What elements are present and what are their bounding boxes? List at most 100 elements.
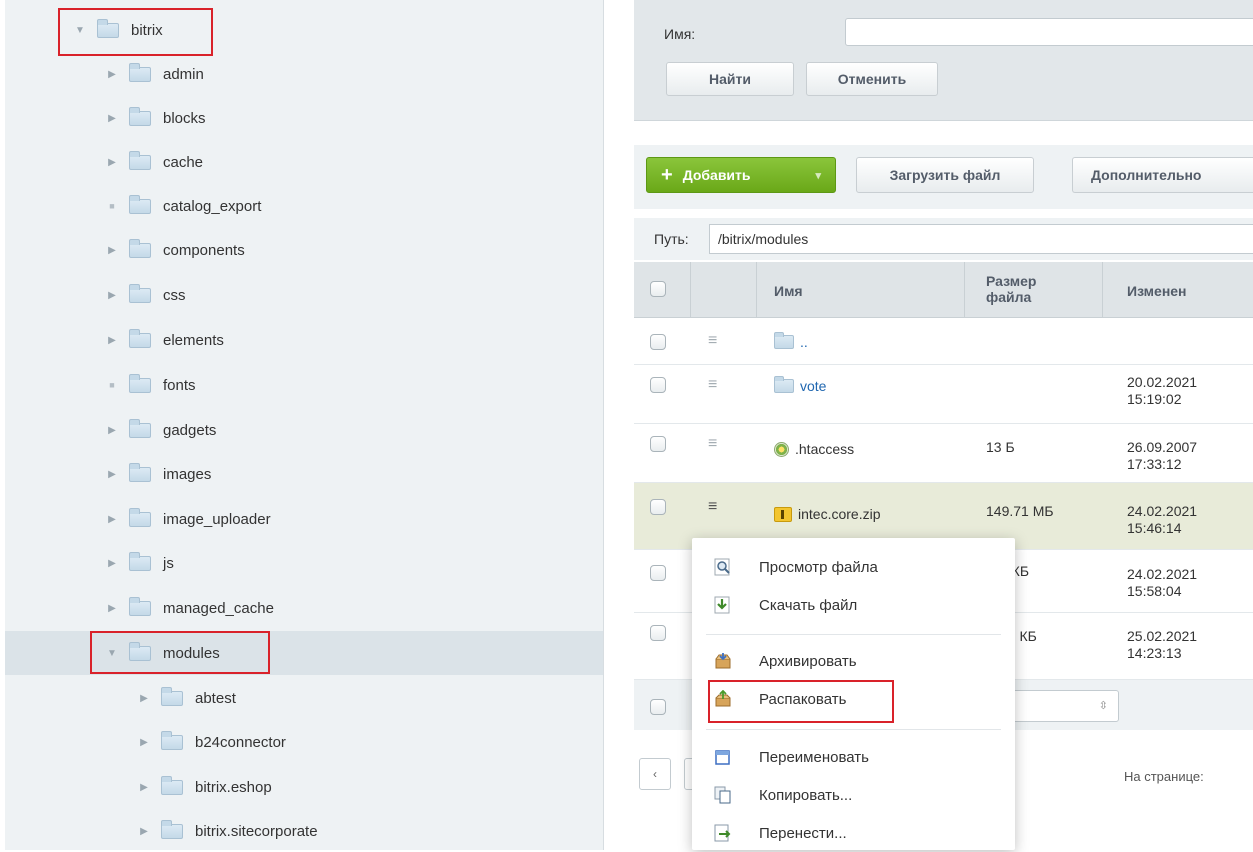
collapsed-arrow-icon[interactable]: ▶ bbox=[105, 245, 119, 256]
tree-item-b24connector[interactable]: ▶ b24connector bbox=[5, 720, 603, 764]
menu-item-archive[interactable]: Архивировать bbox=[692, 642, 1015, 680]
file-name[interactable]: .htaccess bbox=[774, 441, 854, 457]
collapsed-arrow-icon[interactable]: ▶ bbox=[105, 514, 119, 525]
highlight-frame bbox=[90, 631, 270, 674]
file-name-label[interactable]: .. bbox=[800, 334, 808, 350]
folder-icon bbox=[129, 194, 151, 214]
leaf-dot-icon: ■ bbox=[109, 380, 115, 390]
tree-item-label: images bbox=[163, 465, 212, 483]
collapsed-arrow-icon[interactable]: ▶ bbox=[137, 737, 151, 748]
path-input[interactable]: /bitrix/modules bbox=[709, 224, 1253, 254]
file-name[interactable]: vote bbox=[774, 376, 826, 394]
menu-item-label: Копировать... bbox=[759, 786, 853, 804]
file-size: 13 Б bbox=[986, 439, 1015, 455]
menu-icon[interactable]: ≡ bbox=[708, 377, 722, 393]
add-button[interactable]: + Добавить ▾ bbox=[646, 157, 836, 193]
tree-item-gadgets[interactable]: ▶ gadgets bbox=[5, 408, 603, 452]
tree-item-bitrix-sitecorporate[interactable]: ▶ bitrix.sitecorporate bbox=[5, 809, 603, 850]
tree-item-managed-cache[interactable]: ▶ managed_cache bbox=[5, 586, 603, 630]
row-checkbox[interactable] bbox=[650, 334, 666, 350]
row-checkbox[interactable] bbox=[650, 377, 666, 393]
collapsed-arrow-icon[interactable]: ▶ bbox=[105, 425, 119, 436]
rename-icon bbox=[715, 750, 730, 765]
row-checkbox[interactable] bbox=[650, 565, 666, 581]
file-name-label[interactable]: .htaccess bbox=[795, 441, 854, 457]
chevron-down-icon[interactable]: ▾ bbox=[815, 169, 821, 182]
table-row[interactable]: ≡ vote 20.02.2021 15:19:02 bbox=[634, 365, 1253, 424]
leaf-dot-icon: ■ bbox=[109, 201, 115, 211]
more-button[interactable]: Дополнительно bbox=[1072, 157, 1253, 193]
folder-icon bbox=[129, 596, 151, 616]
tree-item-blocks[interactable]: ▶ blocks bbox=[5, 96, 603, 140]
collapsed-arrow-icon[interactable]: ▶ bbox=[105, 290, 119, 301]
file-name[interactable]: intec.core.zip bbox=[774, 506, 880, 522]
tree-item-admin[interactable]: ▶ admin bbox=[5, 52, 603, 96]
footer-checkbox[interactable] bbox=[650, 699, 666, 715]
column-header-size[interactable]: Размер файла bbox=[986, 273, 1066, 305]
tree-item-elements[interactable]: ▶ elements bbox=[5, 318, 603, 362]
select-all-checkbox[interactable] bbox=[650, 281, 666, 297]
table-row[interactable]: ≡ .htaccess 13 Б 26.09.2007 17:33:12 bbox=[634, 424, 1253, 483]
collapsed-arrow-icon[interactable]: ▶ bbox=[105, 69, 119, 80]
menu-icon[interactable]: ≡ bbox=[708, 436, 722, 452]
action-select[interactable]: ⇳ bbox=[999, 690, 1119, 722]
collapsed-arrow-icon[interactable]: ▶ bbox=[137, 782, 151, 793]
collapsed-arrow-icon[interactable]: ▶ bbox=[105, 469, 119, 480]
move-icon bbox=[714, 824, 731, 842]
folder-icon bbox=[129, 373, 151, 393]
tree-item-image-uploader[interactable]: ▶ image_uploader bbox=[5, 497, 603, 541]
tree-item-catalog-export[interactable]: ■ catalog_export bbox=[5, 184, 603, 228]
table-row[interactable]: ≡ .. bbox=[634, 318, 1253, 365]
download-icon bbox=[714, 596, 730, 614]
folder-up-icon bbox=[774, 332, 794, 349]
tree-item-components[interactable]: ▶ components bbox=[5, 228, 603, 272]
row-checkbox[interactable] bbox=[650, 625, 666, 641]
upload-file-button[interactable]: Загрузить файл bbox=[856, 157, 1034, 193]
tree-item-fonts[interactable]: ■ fonts bbox=[5, 363, 603, 407]
collapsed-arrow-icon[interactable]: ▶ bbox=[137, 693, 151, 704]
folder-icon bbox=[129, 62, 151, 82]
collapsed-arrow-icon[interactable]: ▶ bbox=[105, 603, 119, 614]
collapsed-arrow-icon[interactable]: ▶ bbox=[105, 558, 119, 569]
archive-box-icon bbox=[715, 653, 731, 669]
tree-item-cache[interactable]: ▶ cache bbox=[5, 140, 603, 184]
tree-item-js[interactable]: ▶ js bbox=[5, 541, 603, 585]
tree-item-label: bitrix.sitecorporate bbox=[195, 822, 318, 840]
row-checkbox[interactable] bbox=[650, 499, 666, 515]
menu-item-rename[interactable]: Переименовать bbox=[692, 738, 1015, 776]
find-button[interactable]: Найти bbox=[666, 62, 794, 96]
folder-icon bbox=[161, 775, 183, 795]
collapsed-arrow-icon[interactable]: ▶ bbox=[105, 113, 119, 124]
file-name-label[interactable]: vote bbox=[800, 378, 826, 394]
folder-icon bbox=[774, 376, 794, 393]
modified-time: 15:46:14 bbox=[1127, 520, 1182, 536]
file-name[interactable]: .. bbox=[774, 332, 808, 350]
tree-item-abtest[interactable]: ▶ abtest bbox=[5, 676, 603, 720]
tree-item-css[interactable]: ▶ css bbox=[5, 273, 603, 317]
menu-item-view-file[interactable]: Просмотр файла bbox=[692, 548, 1015, 586]
folder-icon bbox=[129, 507, 151, 527]
folder-icon bbox=[161, 730, 183, 750]
tree-item-images[interactable]: ▶ images bbox=[5, 452, 603, 496]
menu-item-download-file[interactable]: Скачать файл bbox=[692, 586, 1015, 624]
menu-item-copy[interactable]: Копировать... bbox=[692, 776, 1015, 814]
tree-item-label: image_uploader bbox=[163, 510, 271, 528]
tree-item-bitrix-eshop[interactable]: ▶ bitrix.eshop bbox=[5, 765, 603, 809]
modified-time: 15:19:02 bbox=[1127, 391, 1182, 407]
menu-icon[interactable]: ≡ bbox=[708, 333, 722, 349]
folder-icon bbox=[129, 150, 151, 170]
column-header-name[interactable]: Имя bbox=[774, 283, 803, 299]
menu-item-label: Просмотр файла bbox=[759, 558, 878, 576]
name-filter-input[interactable] bbox=[845, 18, 1253, 46]
file-name-label[interactable]: intec.core.zip bbox=[798, 506, 880, 522]
menu-item-move[interactable]: Перенести... bbox=[692, 814, 1015, 852]
collapsed-arrow-icon[interactable]: ▶ bbox=[105, 157, 119, 168]
menu-icon[interactable]: ≡ bbox=[708, 499, 722, 515]
cancel-button[interactable]: Отменить bbox=[806, 62, 938, 96]
copy-icon bbox=[714, 786, 731, 804]
row-checkbox[interactable] bbox=[650, 436, 666, 452]
prev-page-button[interactable]: ‹ bbox=[639, 758, 671, 790]
column-header-modified[interactable]: Изменен bbox=[1127, 283, 1187, 299]
collapsed-arrow-icon[interactable]: ▶ bbox=[105, 335, 119, 346]
collapsed-arrow-icon[interactable]: ▶ bbox=[137, 826, 151, 837]
